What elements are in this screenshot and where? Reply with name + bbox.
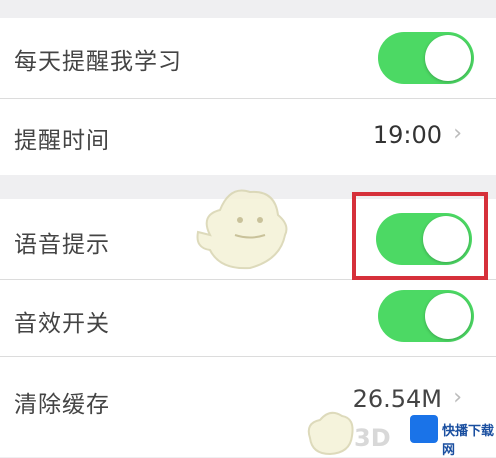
toggle-knob [425,35,471,81]
top-spacer [0,0,496,18]
clear-cache-label: 清除缓存 [14,392,110,418]
sound-effects-row[interactable]: 音效开关 [0,280,496,356]
daily-reminder-row[interactable]: 每天提醒我学习 [0,18,496,98]
sound-effects-toggle[interactable] [378,290,474,342]
watermark-3d: 3D [354,424,391,452]
highlight-box [352,192,488,280]
voice-prompt-label: 语音提示 [14,232,110,258]
sound-effects-label: 音效开关 [14,311,110,337]
reminder-time-label: 提醒时间 [14,128,110,154]
mascot-watermark-icon [196,189,288,270]
toggle-knob [425,293,471,339]
daily-reminder-toggle[interactable] [378,32,474,84]
chevron-right-icon: › [453,121,462,146]
chevron-right-icon: › [453,385,462,410]
clear-cache-value: 26.54M [352,385,442,413]
daily-reminder-label: 每天提醒我学习 [14,49,182,75]
mascot-small-icon [307,411,354,456]
reminder-time-value: 19:00 [372,121,442,149]
reminder-time-row[interactable]: 提醒时间 19:00 › [0,99,496,175]
watermark-logo-icon [410,415,438,443]
watermark-text: 快播下载网 [442,424,495,458]
